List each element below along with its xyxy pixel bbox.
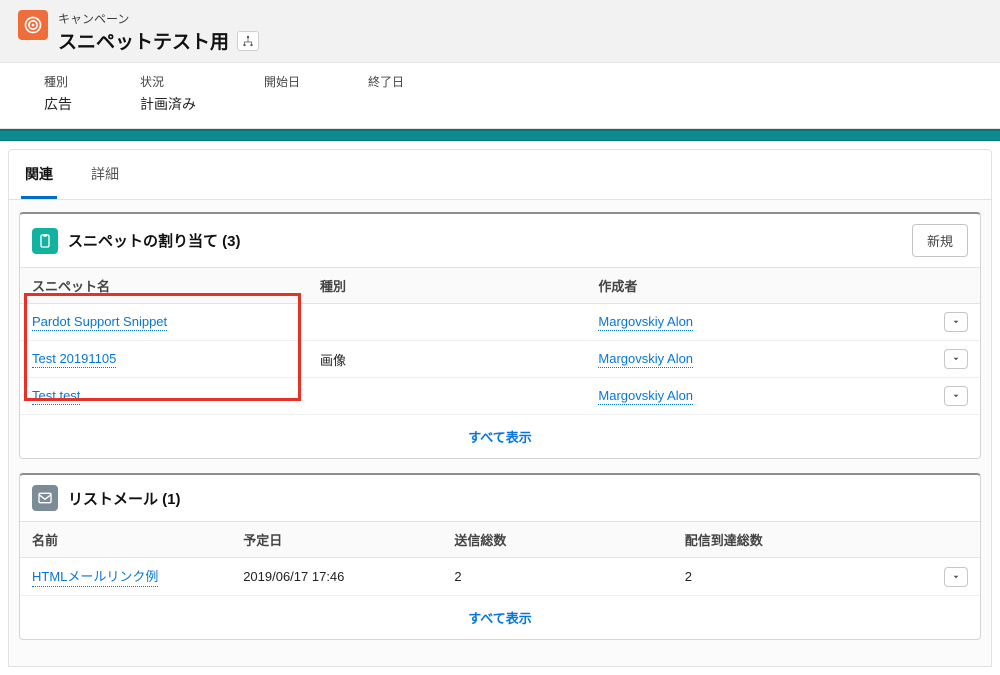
snippet-link[interactable]: Test 20191105: [32, 351, 116, 368]
field-value-type: 広告: [44, 94, 72, 114]
col-snippet-type: 種別: [308, 268, 586, 304]
col-mail-scheduled: 予定日: [231, 522, 442, 558]
snippet-type-cell: [308, 378, 586, 415]
chevron-down-icon: [951, 317, 961, 327]
new-snippet-button[interactable]: 新規: [912, 224, 968, 257]
field-label-enddate: 終了日: [368, 73, 404, 90]
row-action-menu[interactable]: [944, 567, 968, 587]
listmail-link[interactable]: HTMLメールリンク例: [32, 566, 158, 587]
page-title: スニペットテスト用: [58, 27, 229, 54]
hierarchy-icon: [242, 35, 254, 47]
tabs-container: 関連 詳細 スニペットの割り当て (3) 新規 スニペット名 種別: [8, 149, 992, 667]
table-row: Pardot Support Snippet Margovskiy Alon: [20, 304, 980, 341]
card-footer: すべて表示: [20, 595, 980, 639]
highlights-panel: 種別 広告 状況 計画済み 開始日 終了日: [0, 63, 1000, 129]
snippet-type-cell: [308, 304, 586, 341]
col-mail-name: 名前: [20, 522, 231, 558]
snippet-link[interactable]: Test test: [32, 388, 80, 405]
row-action-menu[interactable]: [944, 312, 968, 332]
card-footer: すべて表示: [20, 414, 980, 458]
chevron-down-icon: [951, 572, 961, 582]
listmail-table: 名前 予定日 送信総数 配信到達総数 HTMLメールリンク例 2019/06/1…: [20, 521, 980, 595]
separator-bar: [0, 129, 1000, 141]
table-row: HTMLメールリンク例 2019/06/17 17:46 2 2: [20, 558, 980, 596]
show-all-snippets-link[interactable]: すべて表示: [468, 430, 532, 445]
user-link[interactable]: Margovskiy Alon: [598, 314, 693, 331]
col-mail-sent: 送信総数: [442, 522, 672, 558]
user-link[interactable]: Margovskiy Alon: [598, 388, 693, 405]
tab-related[interactable]: 関連: [21, 150, 57, 199]
hierarchy-button[interactable]: [237, 31, 259, 51]
tab-detail[interactable]: 詳細: [87, 150, 123, 199]
listmail-icon: [32, 485, 58, 511]
row-action-menu[interactable]: [944, 349, 968, 369]
snippet-table: スニペット名 種別 作成者 Pardot Support Snippet Mar…: [20, 267, 980, 414]
field-value-status: 計画済み: [140, 94, 196, 114]
page-header: キャンペーン スニペットテスト用: [0, 0, 1000, 63]
field-label-status: 状況: [140, 73, 196, 90]
field-label-startdate: 開始日: [264, 73, 300, 90]
col-snippet-createdby: 作成者: [586, 268, 932, 304]
snippet-link[interactable]: Pardot Support Snippet: [32, 314, 167, 331]
tab-body-related: スニペットの割り当て (3) 新規 スニペット名 種別 作成者 Pardot S…: [9, 200, 991, 666]
card-title-snippets[interactable]: スニペットの割り当て (3): [68, 230, 241, 251]
card-list-mail: リストメール (1) 名前 予定日 送信総数 配信到達総数 HTMLメールリンク…: [19, 473, 981, 640]
listmail-scheduled: 2019/06/17 17:46: [231, 558, 442, 596]
user-link[interactable]: Margovskiy Alon: [598, 351, 693, 368]
chevron-down-icon: [951, 354, 961, 364]
col-mail-delivered: 配信到達総数: [673, 522, 932, 558]
campaign-icon: [18, 10, 48, 40]
snippet-type-cell: 画像: [308, 341, 586, 378]
col-snippet-name: スニペット名: [20, 268, 308, 304]
tab-list: 関連 詳細: [9, 150, 991, 200]
show-all-listmail-link[interactable]: すべて表示: [468, 611, 532, 626]
table-row: Test 20191105 画像 Margovskiy Alon: [20, 341, 980, 378]
table-row: Test test Margovskiy Alon: [20, 378, 980, 415]
card-title-listmail[interactable]: リストメール (1): [68, 488, 181, 509]
card-snippet-assignments: スニペットの割り当て (3) 新規 スニペット名 種別 作成者 Pardot S…: [19, 212, 981, 459]
entity-type: キャンペーン: [58, 10, 259, 27]
listmail-sent: 2: [442, 558, 672, 596]
field-label-type: 種別: [44, 73, 72, 90]
listmail-delivered: 2: [673, 558, 932, 596]
snippet-icon: [32, 228, 58, 254]
row-action-menu[interactable]: [944, 386, 968, 406]
chevron-down-icon: [951, 391, 961, 401]
